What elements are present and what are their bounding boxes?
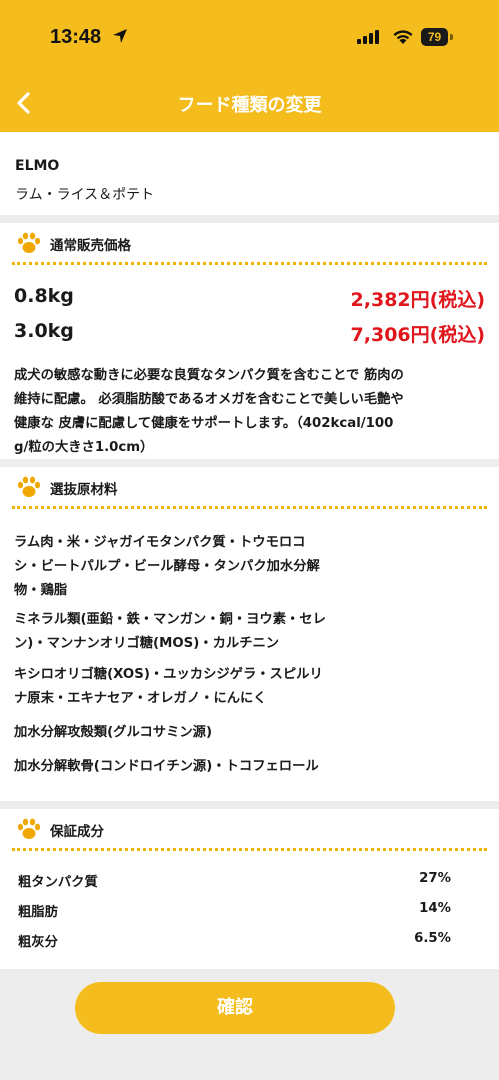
nutrient-value: 27% (419, 871, 451, 886)
ingredient-line: ミネラル類(亜鉛・鉄・マンガン・銅・ヨウ素・セレ (14, 612, 326, 627)
ingredient-line: ン)・マンナンオリゴ糖(MOS)・カルチニン (14, 636, 280, 651)
section-title-guarantee: 保証成分 (50, 824, 104, 840)
description-line: 成犬の敏感な動きに必要な良質なタンパク質を含むことで 筋肉の (14, 368, 404, 383)
dotted-divider (12, 262, 487, 265)
dotted-divider (12, 848, 487, 851)
paw-icon (17, 818, 41, 839)
nutrient-name: 粗灰分 (18, 935, 58, 950)
section-header: 保証成分 (0, 809, 499, 851)
ingredient-group: ラム肉・米・ジャガイモタンパク質・トウモロコ シ・ビートパルプ・ビール酵母・タン… (14, 531, 394, 603)
product-brand: ELMO (15, 158, 60, 174)
ingredient-line: キシロオリゴ糖(XOS)・ユッカシジゲラ・スピルリ (14, 667, 323, 682)
nutrient-value: 6.5% (414, 931, 451, 946)
guarantee-row: 粗脂肪 14% (0, 901, 499, 927)
wifi-icon (393, 30, 413, 44)
ingredient-line: ラム肉・米・ジャガイモタンパク質・トウモロコ (14, 535, 306, 550)
price-section: 通常販売価格 0.8kg 2,382円(税込) 3.0kg 7,306円(税込)… (0, 223, 499, 459)
ingredient-line: 加水分解攻殻類(グルコサミン源) (14, 725, 213, 740)
ingredient-line: 物・鶏脂 (14, 583, 68, 598)
section-header: 選抜原材料 (0, 467, 499, 509)
guarantee-row: 粗タンパク質 27% (0, 871, 499, 897)
paw-icon (17, 232, 41, 253)
description-line: 健康な 皮膚に配慮して健康をサポートします。（402kcal/100 (14, 416, 394, 431)
guarantee-section: 保証成分 粗タンパク質 27% 粗脂肪 14% 粗灰分 6.5% (0, 809, 499, 969)
ingredient-line: シ・ビートパルプ・ビール酵母・タンパク加水分解 (14, 559, 320, 574)
ingredient-line: ナ原末・エキナセア・オレガノ・にんにく (14, 691, 267, 706)
product-description: 成犬の敏感な動きに必要な良質なタンパク質を含むことで 筋肉の 維持に配慮。 必須… (14, 364, 488, 460)
nutrient-value: 14% (419, 901, 451, 916)
price-weight: 0.8kg (14, 285, 74, 307)
ingredient-group: 加水分解軟骨(コンドロイチン源)・トコフェロール (14, 755, 394, 779)
nutrient-name: 粗脂肪 (18, 905, 58, 920)
section-title-price: 通常販売価格 (50, 238, 131, 254)
battery-nub (450, 34, 453, 40)
page-title: フード種類の変更 (177, 95, 322, 116)
ingredient-group: キシロオリゴ糖(XOS)・ユッカシジゲラ・スピルリ ナ原末・エキナセア・オレガノ… (14, 663, 394, 711)
ingredient-group: ミネラル類(亜鉛・鉄・マンガン・銅・ヨウ素・セレ ン)・マンナンオリゴ糖(MOS… (14, 608, 394, 656)
section-header: 通常販売価格 (0, 223, 499, 265)
price-row: 3.0kg 7,306円(税込) (0, 320, 499, 350)
price-weight: 3.0kg (14, 320, 74, 342)
price-value: 2,382円(税込) (350, 289, 485, 311)
section-title-ingredients: 選抜原材料 (50, 482, 118, 498)
dotted-divider (12, 506, 487, 509)
status-bar: 13:48 79 (0, 0, 499, 74)
location-arrow-icon (113, 29, 127, 43)
description-line: 維持に配慮。 必須脂肪酸であるオメガを含むことで美しい毛艶や (14, 392, 404, 407)
product-name: ラム・ライス＆ポテト (15, 187, 155, 203)
battery-icon: 79 (421, 28, 448, 46)
paw-icon (17, 476, 41, 497)
guarantee-row: 粗灰分 6.5% (0, 931, 499, 957)
ingredients-section: 選抜原材料 ラム肉・米・ジャガイモタンパク質・トウモロコ シ・ビートパルプ・ビー… (0, 467, 499, 801)
nav-bar: フード種類の変更 (0, 74, 499, 132)
status-time: 13:48 (50, 26, 102, 48)
nutrient-name: 粗タンパク質 (18, 875, 98, 890)
price-row: 0.8kg 2,382円(税込) (0, 285, 499, 315)
product-card: ELMO ラム・ライス＆ポテト (0, 132, 499, 215)
ingredient-group: 加水分解攻殻類(グルコサミン源) (14, 721, 394, 745)
cellular-signal-icon (357, 30, 379, 44)
confirm-button[interactable]: 確認 (75, 982, 395, 1034)
price-value: 7,306円(税込) (350, 324, 485, 346)
description-line: g/粒の大きさ1.0cm） (14, 440, 154, 455)
ingredient-line: 加水分解軟骨(コンドロイチン源)・トコフェロール (14, 759, 319, 774)
